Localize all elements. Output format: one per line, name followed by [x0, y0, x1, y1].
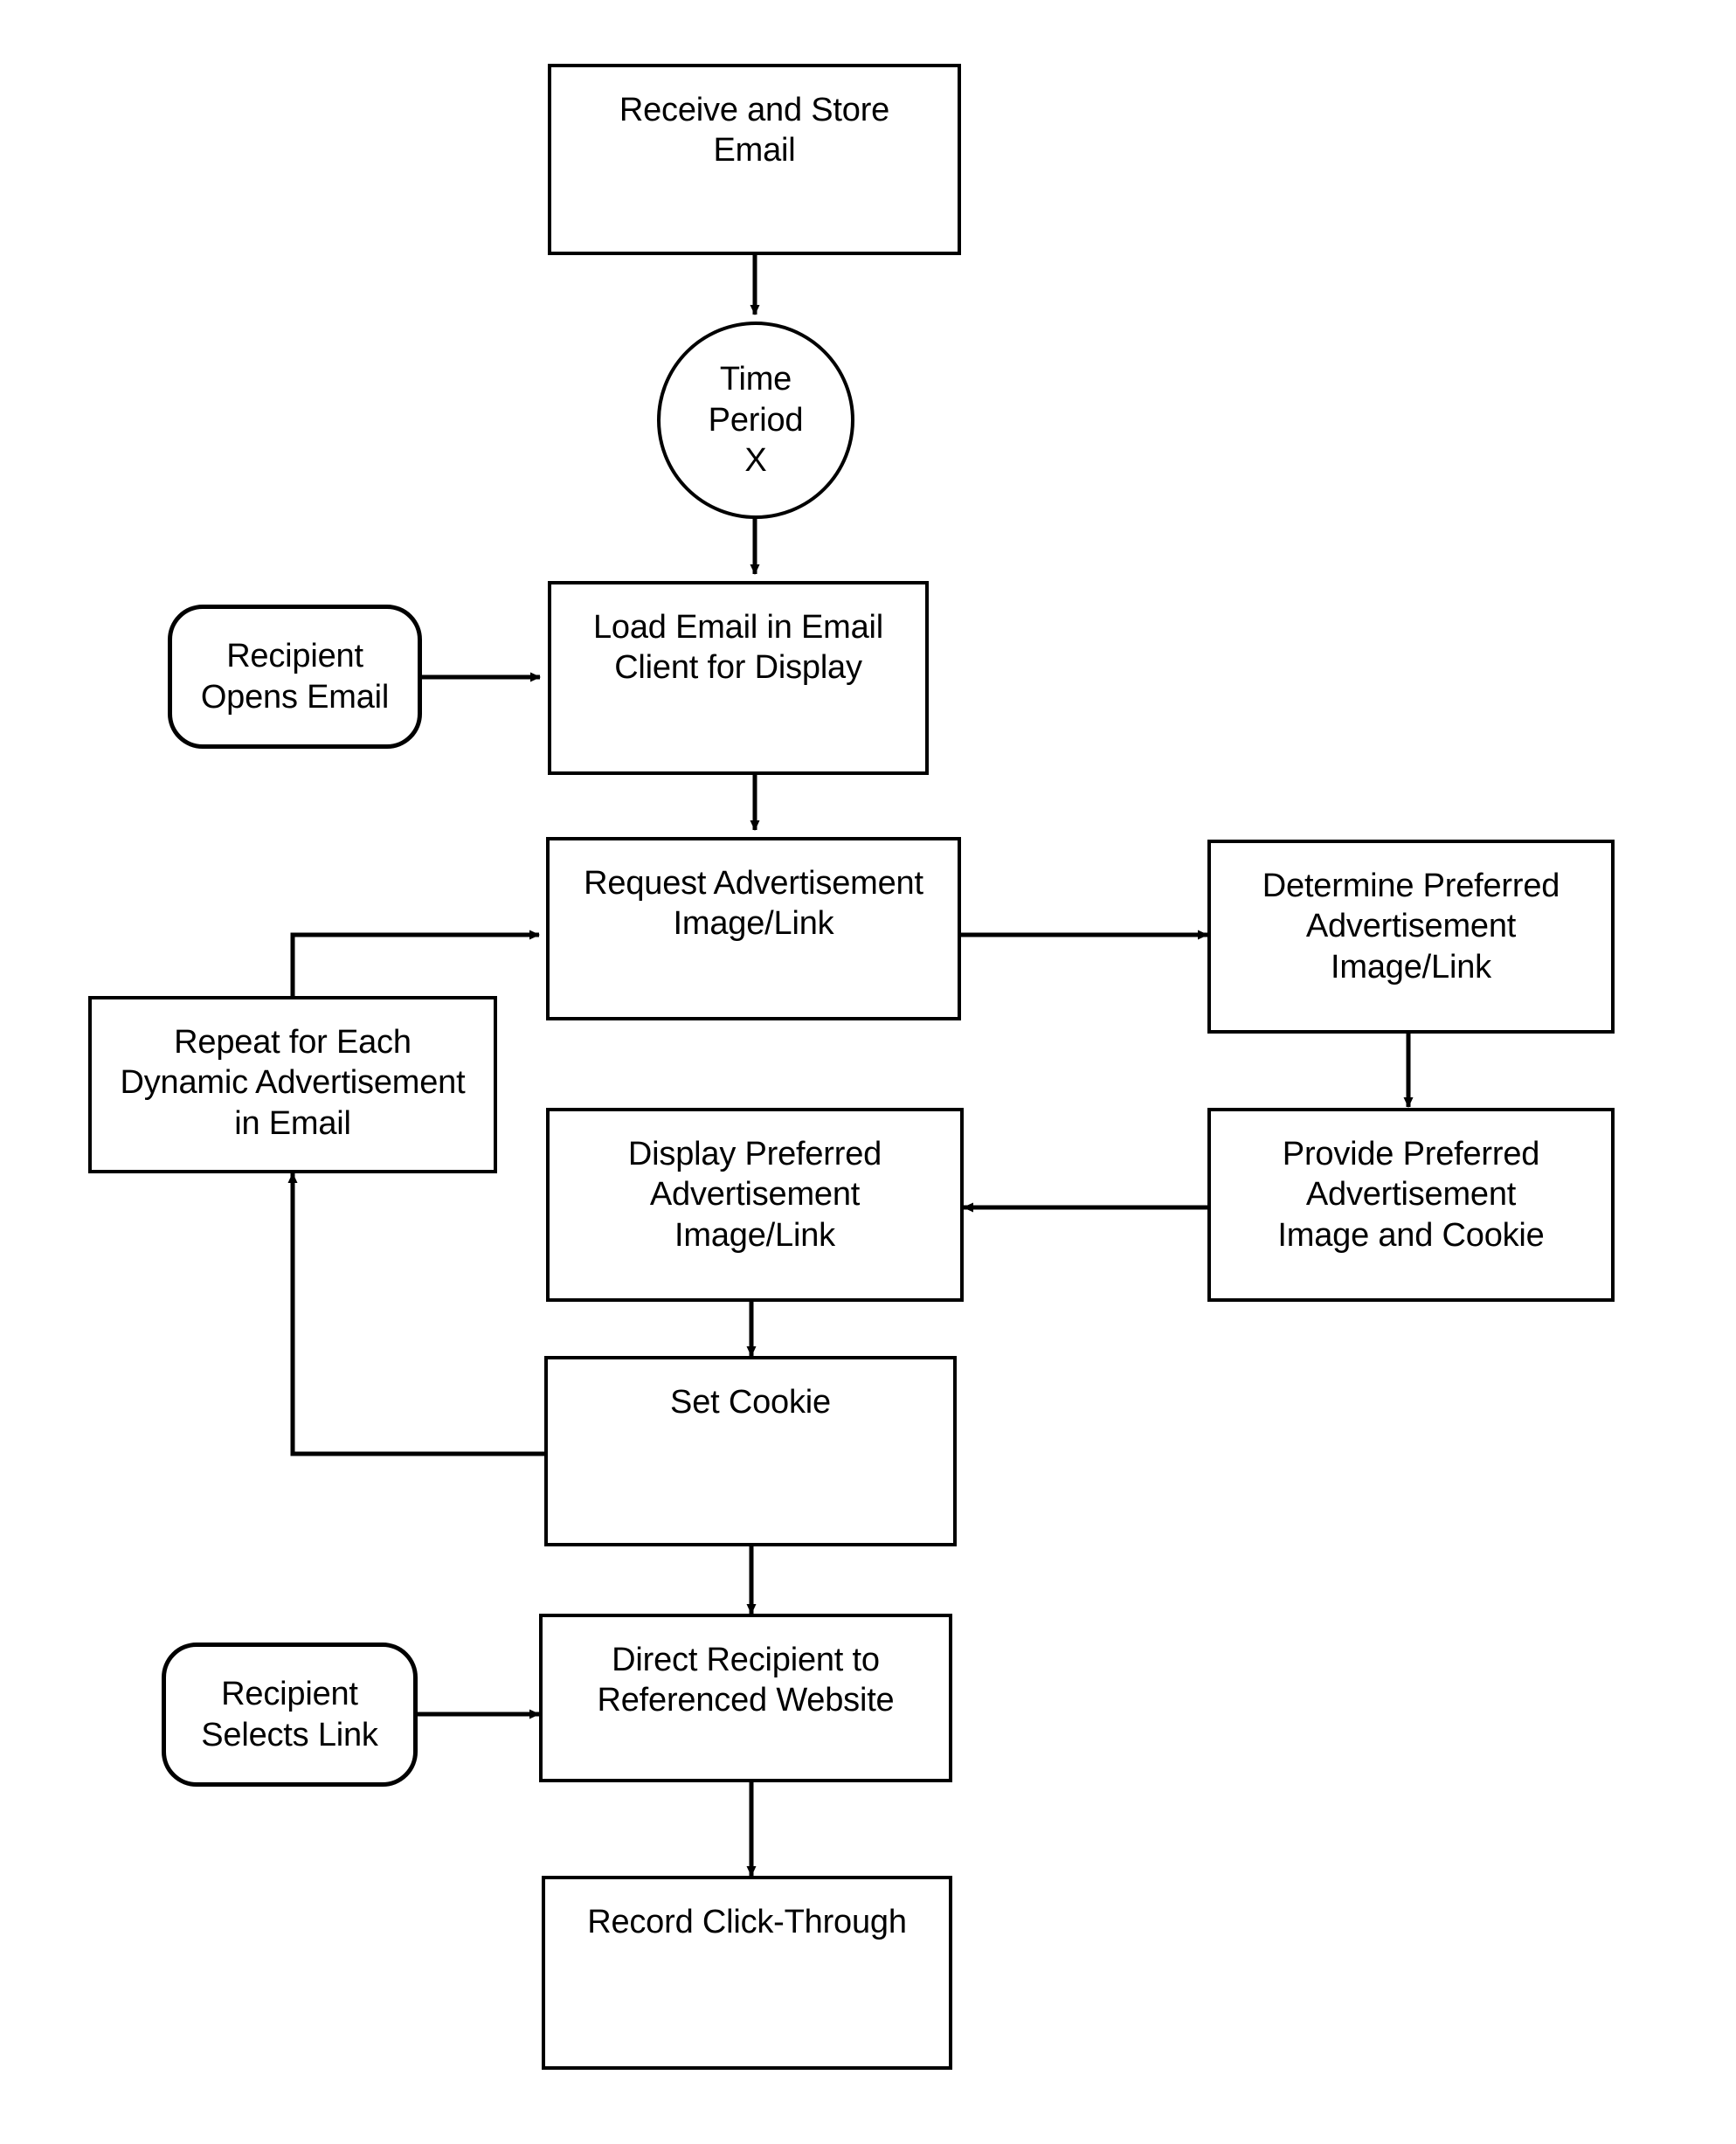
- node-label: Recipient Selects Link: [201, 1676, 378, 1753]
- node-label: Record Click-Through: [587, 1904, 907, 1940]
- node-label: Load Email in Email Client for Display: [592, 609, 884, 687]
- node-display-preferred-advertisement[interactable]: Display Preferred Advertisement Image/Li…: [546, 1108, 964, 1302]
- node-label: Repeat for Each Dynamic Advertisement in…: [120, 1024, 466, 1142]
- node-label: Set Cookie: [670, 1384, 831, 1421]
- node-set-cookie[interactable]: Set Cookie: [544, 1356, 957, 1546]
- node-request-advertisement[interactable]: Request Advertisement Image/Link: [546, 837, 961, 1020]
- node-record-click-through[interactable]: Record Click-Through: [542, 1876, 952, 2070]
- node-time-period-x[interactable]: Time Period X: [657, 322, 854, 519]
- node-provide-preferred-advertisement[interactable]: Provide Preferred Advertisement Image an…: [1207, 1108, 1615, 1302]
- node-label: Display Preferred Advertisement Image/Li…: [627, 1136, 882, 1254]
- edge-setcookie-to-repeat: [287, 1172, 544, 1456]
- node-load-email-in-client[interactable]: Load Email in Email Client for Display: [548, 581, 929, 775]
- node-direct-recipient-to-website[interactable]: Direct Recipient to Referenced Website: [539, 1614, 952, 1782]
- node-label: Determine Preferred Advertisement Image/…: [1262, 868, 1560, 986]
- node-determine-preferred-advertisement[interactable]: Determine Preferred Advertisement Image/…: [1207, 840, 1615, 1034]
- node-recipient-selects-link[interactable]: Recipient Selects Link: [162, 1643, 418, 1787]
- node-label: Recipient Opens Email: [200, 638, 390, 716]
- node-label: Direct Recipient to Referenced Website: [597, 1642, 895, 1719]
- node-receive-and-store-email[interactable]: Receive and Store Email: [548, 64, 961, 255]
- node-label: Time Period X: [708, 361, 804, 480]
- node-label: Request Advertisement Image/Link: [584, 865, 923, 943]
- node-recipient-opens-email[interactable]: Recipient Opens Email: [168, 605, 422, 749]
- edge-repeat-to-requestad: [290, 930, 540, 996]
- flowchart-canvas: Receive and Store Email Time Period X Re…: [0, 0, 1736, 2144]
- node-repeat-for-each-advertisement[interactable]: Repeat for Each Dynamic Advertisement in…: [88, 996, 497, 1173]
- node-label: Receive and Store Email: [619, 92, 890, 169]
- node-label: Provide Preferred Advertisement Image an…: [1277, 1136, 1545, 1254]
